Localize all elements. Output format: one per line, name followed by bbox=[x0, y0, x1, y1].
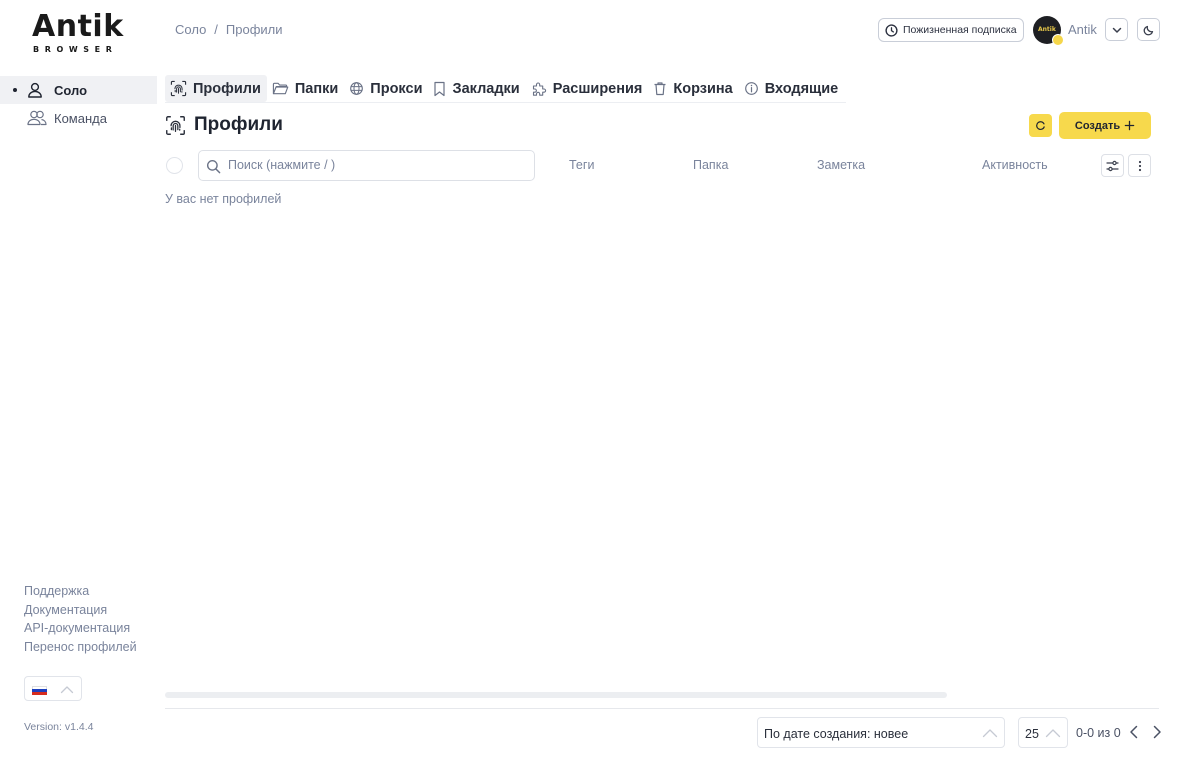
sidebar-item-solo[interactable]: Соло bbox=[0, 76, 157, 104]
tab-bookmarks[interactable]: Закладки bbox=[428, 75, 525, 102]
tab-label: Расширения bbox=[552, 80, 643, 97]
breadcrumb-root[interactable]: Соло bbox=[175, 22, 206, 37]
per-page-select[interactable]: 25 bbox=[1018, 717, 1068, 748]
chevron-up-icon bbox=[1045, 729, 1061, 738]
sort-select-value: По дате создания: новее bbox=[764, 727, 909, 741]
tab-proxy[interactable]: Прокси bbox=[344, 75, 428, 102]
column-header-folder[interactable]: Папка bbox=[693, 158, 728, 172]
clock-icon bbox=[885, 23, 898, 37]
star-badge-icon bbox=[1052, 34, 1064, 46]
subscription-button[interactable]: Пожизненная подписка bbox=[878, 18, 1024, 42]
page-title: Профили bbox=[165, 114, 283, 136]
tab-label: Папки bbox=[294, 80, 339, 97]
brand-logo[interactable]: Antik BROWSER bbox=[32, 9, 128, 55]
chevron-up-icon bbox=[982, 729, 998, 738]
puzzle-icon bbox=[532, 82, 546, 96]
api-documentation-link[interactable]: API-документация bbox=[24, 621, 137, 637]
chevron-right-icon bbox=[1153, 725, 1161, 739]
profile-transfer-link[interactable]: Перенос профилей bbox=[24, 640, 137, 656]
select-all-checkbox[interactable] bbox=[166, 157, 183, 174]
column-header-note[interactable]: Заметка bbox=[817, 158, 865, 172]
search-field[interactable] bbox=[198, 150, 535, 181]
search-input[interactable] bbox=[228, 158, 518, 172]
chevron-left-icon bbox=[1129, 725, 1137, 739]
fingerprint-icon bbox=[166, 115, 185, 135]
breadcrumb: Соло / Профили bbox=[175, 22, 283, 37]
page-title-text: Профили bbox=[194, 114, 283, 135]
trash-icon bbox=[654, 82, 666, 96]
tab-extensions[interactable]: Расширения bbox=[526, 75, 649, 102]
info-icon bbox=[744, 82, 758, 95]
create-button-label: Создать bbox=[1074, 119, 1121, 132]
search-icon bbox=[206, 159, 221, 174]
users-icon bbox=[27, 110, 47, 126]
tab-label: Корзина bbox=[673, 80, 733, 97]
section-tabs: Профили Папки Прокси Закладки Расширения… bbox=[165, 75, 846, 103]
tab-label: Прокси bbox=[370, 80, 423, 97]
user-name[interactable]: Antik bbox=[1068, 22, 1097, 37]
subscription-label: Пожизненная подписка bbox=[903, 24, 1017, 36]
more-vertical-icon bbox=[1138, 160, 1141, 171]
brand-submark: BROWSER bbox=[33, 45, 118, 54]
per-page-value: 25 bbox=[1025, 727, 1039, 741]
previous-page-button[interactable] bbox=[1126, 724, 1140, 740]
more-options-button[interactable] bbox=[1128, 154, 1151, 177]
russian-flag-icon bbox=[32, 686, 47, 695]
column-header-tags[interactable]: Теги bbox=[569, 158, 594, 172]
divider bbox=[165, 708, 1159, 709]
next-page-button[interactable] bbox=[1150, 724, 1164, 740]
avatar-text: Antik bbox=[1038, 26, 1056, 33]
tab-trash[interactable]: Корзина bbox=[648, 75, 738, 102]
breadcrumb-separator: / bbox=[214, 22, 218, 37]
sidebar-item-label: Команда bbox=[54, 110, 107, 126]
column-header-activity[interactable]: Активность bbox=[982, 158, 1048, 172]
refresh-icon bbox=[1036, 121, 1045, 131]
tab-profiles[interactable]: Профили bbox=[165, 75, 267, 102]
sliders-icon bbox=[1106, 160, 1119, 171]
user-menu-button[interactable] bbox=[1105, 18, 1128, 41]
tab-label: Закладки bbox=[452, 80, 520, 97]
tab-label: Профили bbox=[193, 80, 261, 97]
create-profile-button[interactable]: Создать bbox=[1059, 112, 1151, 139]
brand-wordmark: Antik bbox=[32, 9, 124, 44]
app-version: Version: v1.4.4 bbox=[24, 721, 94, 733]
tab-label: Входящие bbox=[764, 80, 839, 97]
tab-inbox[interactable]: Входящие bbox=[739, 75, 845, 102]
bookmark-icon bbox=[434, 81, 446, 96]
fingerprint-icon bbox=[170, 80, 187, 97]
language-select[interactable] bbox=[24, 676, 82, 701]
avatar[interactable]: Antik bbox=[1033, 16, 1064, 46]
horizontal-scrollbar[interactable] bbox=[165, 692, 947, 698]
globe-icon bbox=[350, 82, 364, 95]
active-dot bbox=[13, 88, 17, 92]
documentation-link[interactable]: Документация bbox=[24, 603, 137, 619]
chevron-down-icon bbox=[1112, 27, 1121, 33]
theme-toggle-button[interactable] bbox=[1137, 18, 1160, 41]
pagination-range: 0-0 из 0 bbox=[1076, 726, 1121, 740]
empty-state-message: У вас нет профилей bbox=[165, 192, 282, 206]
sidebar-links: Поддержка Документация API-документация … bbox=[24, 584, 137, 655]
sidebar-item-label: Соло bbox=[54, 82, 88, 98]
sidebar-item-team[interactable]: Команда bbox=[0, 104, 157, 132]
breadcrumb-current: Профили bbox=[225, 22, 283, 37]
folder-icon bbox=[272, 82, 289, 95]
chevron-up-icon bbox=[60, 686, 74, 694]
support-link[interactable]: Поддержка bbox=[24, 584, 137, 600]
refresh-button[interactable] bbox=[1029, 114, 1052, 137]
sort-select[interactable]: По дате создания: новее bbox=[757, 717, 1005, 748]
moon-icon bbox=[1143, 25, 1153, 35]
column-settings-button[interactable] bbox=[1101, 154, 1124, 177]
plus-icon bbox=[1124, 120, 1135, 131]
user-icon bbox=[28, 82, 42, 98]
tab-folders[interactable]: Папки bbox=[267, 75, 344, 102]
